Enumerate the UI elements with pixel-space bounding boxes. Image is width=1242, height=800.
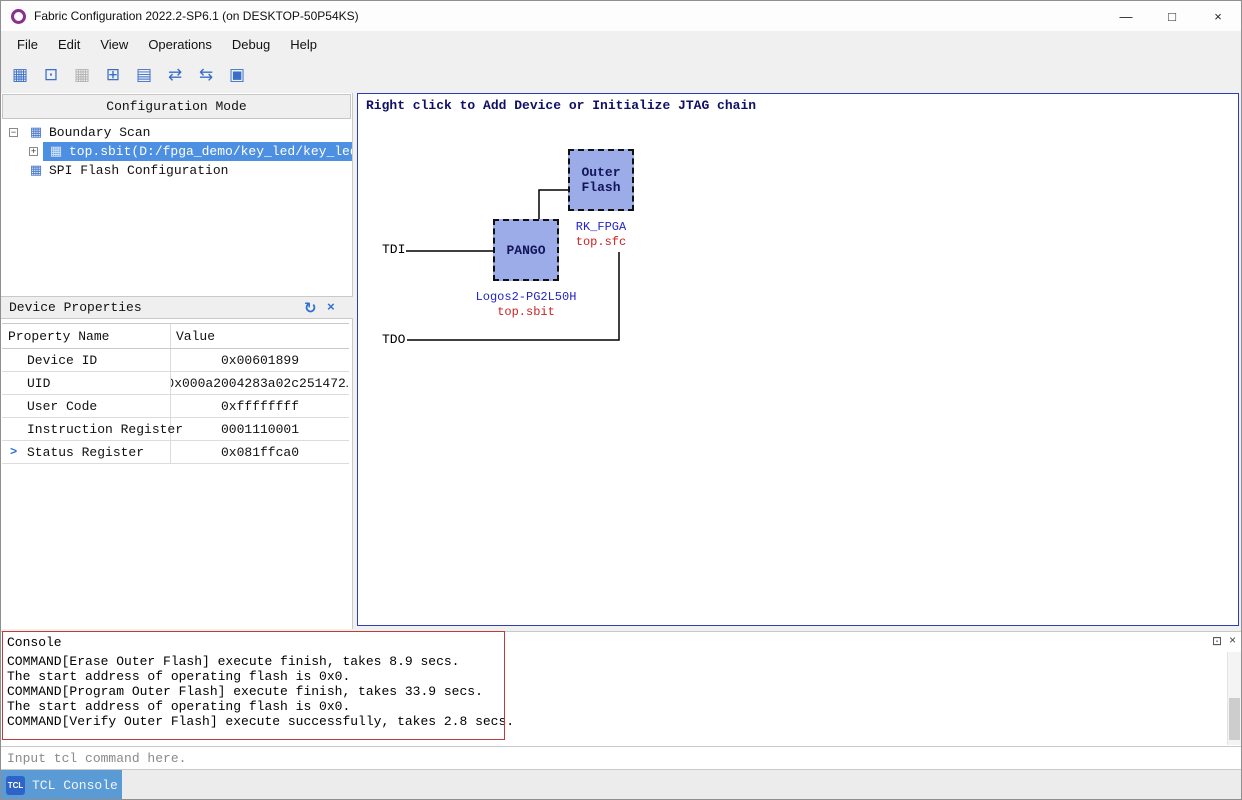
table-header-row: Property Name Value bbox=[2, 324, 349, 349]
panel-close-icon[interactable]: × bbox=[327, 300, 335, 315]
property-value: 0x000a2004283a02c251472… bbox=[171, 372, 349, 394]
property-name: Device ID bbox=[2, 349, 171, 371]
property-name-text: Status Register bbox=[27, 445, 144, 460]
console-line: COMMAND[Program Outer Flash] execute fin… bbox=[7, 684, 1227, 699]
table-row[interactable]: > Status Register 0x081ffca0 bbox=[2, 441, 349, 464]
device-properties-icon[interactable]: ▤ bbox=[133, 64, 155, 86]
window-controls: — □ × bbox=[1103, 1, 1241, 31]
console-output: COMMAND[Erase Outer Flash] execute finis… bbox=[7, 654, 1227, 729]
fpga-file-label: top.sbit bbox=[446, 305, 606, 319]
console-line: COMMAND[Verify Outer Flash] execute succ… bbox=[7, 714, 1227, 729]
table-row[interactable]: Device ID 0x00601899 bbox=[2, 349, 349, 372]
table-row[interactable]: UID 0x000a2004283a02c251472… bbox=[2, 372, 349, 395]
table-row[interactable]: Instruction Register 0001110001 bbox=[2, 418, 349, 441]
toolbar: ▦ ⊡ ▦ ⊞ ▤ ⇄ ⇆ ▣ bbox=[1, 58, 1241, 91]
add-device-icon[interactable]: ⊞ bbox=[102, 64, 124, 86]
chevron-right-icon[interactable]: > bbox=[10, 445, 17, 459]
tcl-command-input[interactable] bbox=[1, 750, 1242, 767]
minimize-button[interactable]: — bbox=[1103, 1, 1149, 31]
refresh-icon[interactable]: ↻ bbox=[304, 299, 317, 317]
chip-icon: ▦ bbox=[29, 163, 43, 178]
column-header-value: Value bbox=[171, 324, 349, 348]
tree-item-boundary-scan[interactable]: − ▦ Boundary Scan bbox=[1, 123, 352, 142]
statusbar: TCL TCL Console bbox=[1, 770, 1242, 800]
readback-icon[interactable]: ⇆ bbox=[195, 64, 217, 86]
menu-item-view[interactable]: View bbox=[90, 33, 138, 56]
flash-file-label: top.sfc bbox=[521, 235, 681, 249]
chip-icon: ▦ bbox=[29, 125, 43, 140]
console-title: Console bbox=[7, 635, 62, 650]
bitstream-icon: ▦ bbox=[49, 144, 63, 159]
tree-item-top-sbit[interactable]: + ▦ top.sbit(D:/fpga_demo/key_led/key_le… bbox=[1, 142, 352, 161]
app-icon bbox=[11, 9, 26, 24]
device-properties-title: Device Properties bbox=[9, 300, 142, 315]
close-button[interactable]: × bbox=[1195, 1, 1241, 31]
jtag-wires bbox=[358, 94, 1238, 625]
menu-item-file[interactable]: File bbox=[7, 33, 48, 56]
property-name: Instruction Register bbox=[2, 418, 171, 440]
tcl-tab-label: TCL Console bbox=[32, 778, 118, 793]
property-value: 0x00601899 bbox=[171, 349, 349, 371]
device-properties-header: Device Properties ↻ × bbox=[1, 296, 353, 319]
column-header-property-name: Property Name bbox=[2, 324, 171, 348]
device-properties-table: Property Name Value Device ID 0x00601899… bbox=[2, 323, 349, 464]
device-array-icon[interactable]: ▦ bbox=[71, 64, 93, 86]
jtag-canvas[interactable]: Right click to Add Device or Initialize … bbox=[357, 93, 1239, 626]
tdo-label: TDO bbox=[382, 332, 405, 347]
monitor-icon[interactable]: ⊡ bbox=[40, 64, 62, 86]
tree-item-spi-flash[interactable]: ▦ SPI Flash Configuration bbox=[1, 161, 352, 180]
scrollbar-thumb[interactable] bbox=[1229, 698, 1240, 740]
collapse-icon[interactable]: − bbox=[9, 128, 18, 137]
selected-highlight: ▦ top.sbit(D:/fpga_demo/key_led/key_led/… bbox=[43, 142, 352, 161]
expand-icon[interactable]: + bbox=[29, 147, 38, 156]
property-value: 0xffffffff bbox=[171, 395, 349, 417]
property-value: 0001110001 bbox=[171, 418, 349, 440]
tree-item-label: top.sbit(D:/fpga_demo/key_led/key_led/… bbox=[69, 144, 352, 159]
console-line: The start address of operating flash is … bbox=[7, 669, 1227, 684]
console-scrollbar[interactable] bbox=[1227, 652, 1241, 745]
console-line: The start address of operating flash is … bbox=[7, 699, 1227, 714]
tcl-input-row bbox=[1, 746, 1242, 770]
console-line: COMMAND[Erase Outer Flash] execute finis… bbox=[7, 654, 1227, 669]
property-value: 0x081ffca0 bbox=[171, 441, 349, 463]
property-name: UID bbox=[2, 372, 171, 394]
menu-item-operations[interactable]: Operations bbox=[138, 33, 222, 56]
property-name: User Code bbox=[2, 395, 171, 417]
tree-item-label: SPI Flash Configuration bbox=[49, 163, 228, 178]
undock-icon[interactable]: ⊡ bbox=[1212, 634, 1222, 648]
property-name: > Status Register bbox=[2, 441, 171, 463]
titlebar: Fabric Configuration 2022.2-SP6.1 (on DE… bbox=[1, 1, 1241, 31]
flash-device[interactable]: Outer Flash bbox=[568, 149, 634, 211]
menu-item-debug[interactable]: Debug bbox=[222, 33, 280, 56]
configuration-mode-header: Configuration Mode bbox=[2, 94, 351, 119]
tcl-console-tab[interactable]: TCL TCL Console bbox=[1, 770, 122, 800]
console-panel: Console ⊡ × COMMAND[Erase Outer Flash] e… bbox=[1, 631, 1242, 746]
fpga-part-label: Logos2-PG2L50H bbox=[446, 290, 606, 304]
window-title: Fabric Configuration 2022.2-SP6.1 (on DE… bbox=[34, 9, 359, 23]
menubar: File Edit View Operations Debug Help bbox=[1, 31, 1241, 58]
maximize-button[interactable]: □ bbox=[1149, 1, 1195, 31]
tdi-label: TDI bbox=[382, 242, 405, 257]
menu-item-edit[interactable]: Edit bbox=[48, 33, 90, 56]
app-window: Fabric Configuration 2022.2-SP6.1 (on DE… bbox=[0, 0, 1242, 800]
console-close-icon[interactable]: × bbox=[1229, 634, 1236, 648]
tcl-icon: TCL bbox=[6, 776, 25, 795]
boundary-scan-chain-icon[interactable]: ▦ bbox=[9, 64, 31, 86]
left-panel: Configuration Mode − ▦ Boundary Scan + ▦… bbox=[1, 93, 353, 629]
tree-item-label: Boundary Scan bbox=[49, 125, 150, 140]
menu-item-help[interactable]: Help bbox=[280, 33, 327, 56]
program-device-icon[interactable]: ⇄ bbox=[164, 64, 186, 86]
console-log-icon[interactable]: ▣ bbox=[226, 64, 248, 86]
table-row[interactable]: User Code 0xffffffff bbox=[2, 395, 349, 418]
flash-part-label: RK_FPGA bbox=[521, 220, 681, 234]
